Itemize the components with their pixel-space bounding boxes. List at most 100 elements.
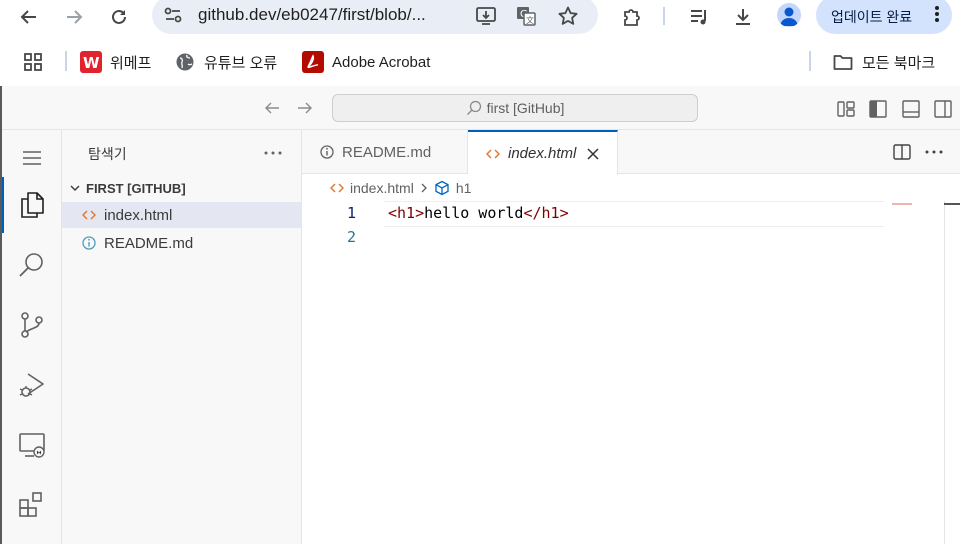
close-tab-button[interactable] <box>586 147 600 161</box>
translate-button[interactable]: G文 <box>514 4 538 28</box>
line-content: <h1>hello world</h1> <box>388 204 569 222</box>
go-forward-icon[interactable] <box>295 98 315 118</box>
bookmark-label: 유튜브 오류 <box>204 54 278 72</box>
bookmark-wemakeprice[interactable]: W 위메프 <box>80 50 151 74</box>
all-bookmarks-label: 모든 북마크 <box>862 54 936 72</box>
vscode-titlebar: first [GitHub] <box>2 86 960 130</box>
tab-label: README.md <box>342 143 432 161</box>
close-icon <box>587 147 599 160</box>
explorer-view-button[interactable] <box>2 177 62 233</box>
chevron-down-icon <box>70 185 80 191</box>
toolbar-divider <box>663 7 665 25</box>
breadcrumb-symbol[interactable]: h1 <box>456 180 472 196</box>
workspace-folder-header[interactable]: FIRST [GITHUB] <box>62 176 302 200</box>
bookmarks-divider <box>809 51 811 71</box>
customize-layout-icon[interactable] <box>835 98 857 120</box>
html-open-tag: <h1> <box>388 204 425 222</box>
breadcrumb-file[interactable]: index.html <box>350 180 414 196</box>
toggle-secondary-sidebar-icon[interactable] <box>932 98 954 120</box>
forward-button[interactable] <box>59 2 89 32</box>
html-file-icon <box>330 182 344 194</box>
symbol-field-icon <box>435 180 449 196</box>
svg-text:文: 文 <box>526 15 534 25</box>
extensions-view-button[interactable] <box>2 477 62 533</box>
source-control-icon <box>21 312 43 338</box>
apps-button[interactable] <box>23 50 43 74</box>
html-file-icon <box>486 148 500 160</box>
minimap[interactable] <box>892 203 912 205</box>
tab-readme-md[interactable]: README.md <box>302 130 468 174</box>
adobe-acrobat-icon <box>302 51 324 73</box>
editor-tabs: README.md index.html <box>302 130 960 175</box>
reload-button[interactable] <box>104 2 134 32</box>
command-center-label: first [GitHub] <box>486 100 565 116</box>
url-text: github.dev/eb0247/first/blob/... <box>198 5 426 24</box>
music-queue-icon <box>691 10 706 25</box>
toggle-panel-icon[interactable] <box>900 98 922 120</box>
scrollbar-track[interactable] <box>944 201 945 544</box>
extensions-button[interactable] <box>617 2 647 32</box>
folder-icon <box>832 51 854 73</box>
profile-avatar[interactable] <box>777 3 801 27</box>
html-file-icon <box>82 209 96 221</box>
bookmark-label: 위메프 <box>110 54 152 72</box>
explorer-title: 탐색기 <box>88 146 127 162</box>
code-editor[interactable]: 1 <h1>hello world</h1> 2 <box>302 201 960 249</box>
files-icon <box>21 192 44 218</box>
extensions-icon <box>19 492 42 517</box>
file-item-index-html[interactable]: index.html <box>62 202 302 228</box>
reload-icon <box>112 9 126 24</box>
split-editor-icon[interactable] <box>892 142 912 162</box>
install-icon <box>476 7 496 25</box>
search-icon <box>19 253 43 277</box>
html-text: hello world <box>424 204 524 222</box>
bookmark-star-button[interactable] <box>556 4 580 28</box>
html-close-tag: </h1> <box>523 204 569 222</box>
person-icon <box>780 7 798 26</box>
breadcrumb: index.html h1 <box>302 175 960 201</box>
go-back-icon[interactable] <box>262 98 282 118</box>
back-button[interactable] <box>14 2 44 32</box>
toggle-primary-sidebar-icon[interactable] <box>867 98 889 120</box>
bookmarks-bar: W 위메프 유튜브 오류 Adobe Acrobat 모든 북마크 <box>0 38 960 86</box>
chevron-right-icon <box>421 183 427 193</box>
code-line[interactable]: 1 <h1>hello world</h1> <box>302 201 960 227</box>
workspace-folder-name: FIRST [GITHUB] <box>86 180 186 196</box>
file-name: README.md <box>104 234 194 252</box>
globe-icon <box>174 51 196 73</box>
info-file-icon <box>320 145 334 159</box>
explorer-sidebar: 탐색기 FIRST [GITHUB] index.html README.md <box>62 130 302 544</box>
bookmark-label: Adobe Acrobat <box>332 53 431 71</box>
line-number: 1 <box>346 204 356 222</box>
source-control-view-button[interactable] <box>2 297 62 353</box>
puzzle-icon <box>624 9 640 26</box>
downloads-button[interactable] <box>728 2 758 32</box>
run-debug-icon <box>19 373 44 397</box>
update-button[interactable]: 업데이트 완료 <box>816 0 952 34</box>
line-number: 2 <box>346 228 356 246</box>
download-icon <box>736 9 750 25</box>
search-view-button[interactable] <box>2 237 62 293</box>
editor-group: README.md index.html index.html h1 1 <h1… <box>302 130 960 544</box>
address-bar[interactable]: github.dev/eb0247/first/blob/... G文 <box>152 0 598 34</box>
more-actions-icon[interactable] <box>262 142 284 164</box>
search-icon <box>466 100 481 115</box>
bookmark-adobe-acrobat[interactable]: Adobe Acrobat <box>302 50 430 74</box>
tab-index-html[interactable]: index.html <box>468 130 618 175</box>
file-item-readme-md[interactable]: README.md <box>62 230 302 256</box>
translate-icon: G文 <box>517 7 536 26</box>
run-debug-view-button[interactable] <box>2 357 62 413</box>
vscode-workbench: first [GitHub] 탐색기 FIRST [GITHUB] index.… <box>0 86 960 544</box>
info-file-icon <box>82 236 96 250</box>
bookmark-youtube-error[interactable]: 유튜브 오류 <box>174 50 277 74</box>
code-line[interactable]: 2 <box>302 225 960 249</box>
install-app-button[interactable] <box>474 4 498 28</box>
command-center[interactable]: first [GitHub] <box>332 94 698 122</box>
media-controls-button[interactable] <box>684 2 714 32</box>
more-vert-icon <box>935 6 939 22</box>
all-bookmarks-folder[interactable]: 모든 북마크 <box>832 50 935 74</box>
more-actions-icon[interactable] <box>924 142 944 162</box>
remote-explorer-view-button[interactable] <box>2 417 62 473</box>
arrow-right-icon <box>67 10 83 24</box>
svg-text:W: W <box>83 54 100 72</box>
